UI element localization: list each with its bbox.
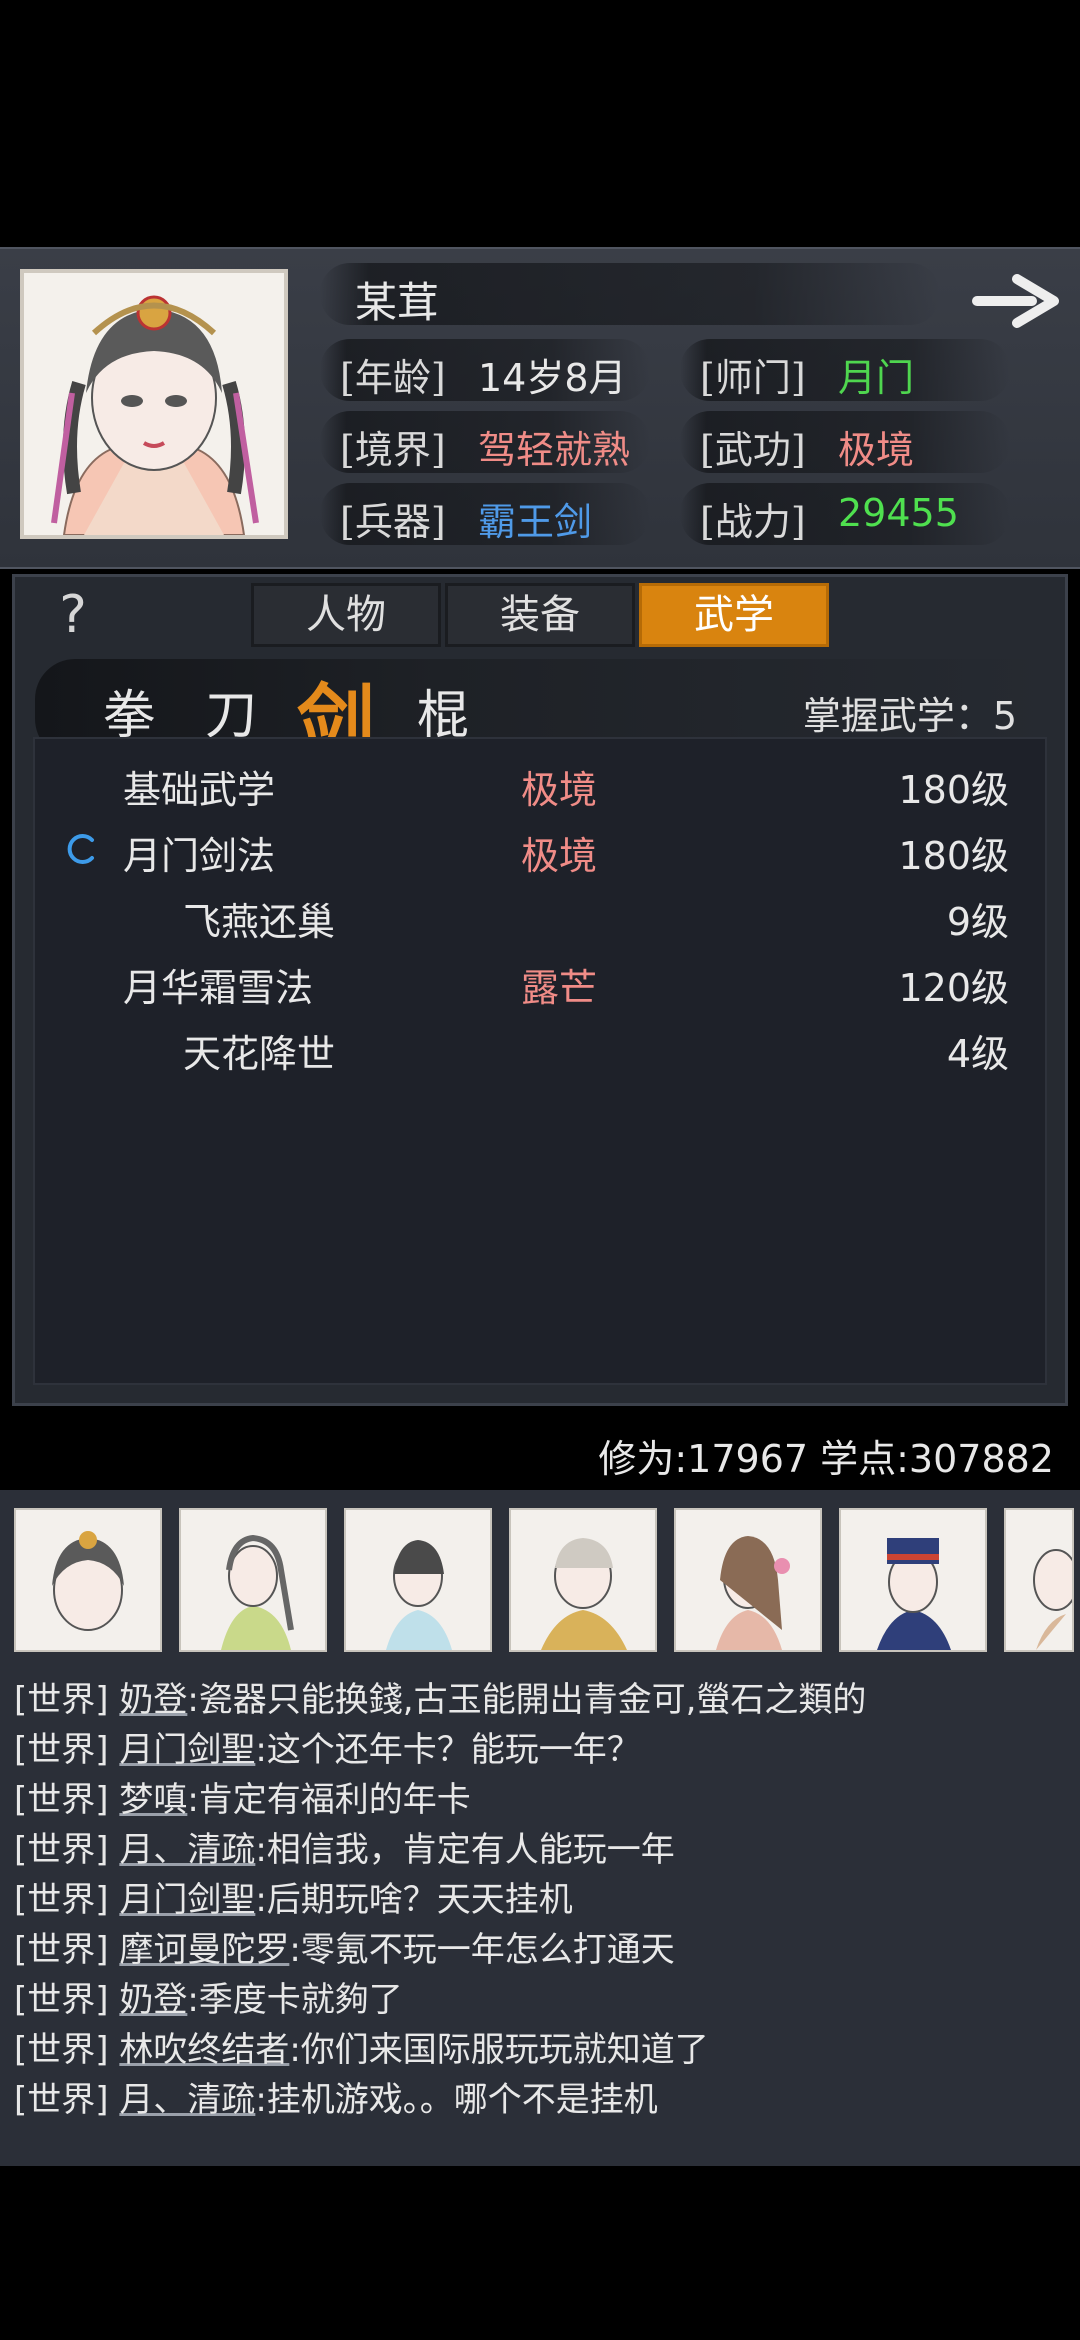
skill-level: 4级 [946, 1032, 1009, 1076]
chat-avatar[interactable] [344, 1508, 492, 1652]
weapon-value[interactable]: 霸王剑 [478, 491, 592, 546]
chat-user[interactable]: 月、清疏 [119, 1830, 255, 1870]
skill-row[interactable]: 基础武学 极境 180级 [35, 759, 1045, 825]
skill-level: 180级 [898, 834, 1009, 878]
skill-name: 月华霜雪法 [123, 966, 314, 1010]
skill-level: 120级 [898, 966, 1009, 1010]
chat-text: :后期玩啥？天天挂机 [255, 1880, 573, 1920]
chat-text: :零氪不玩一年怎么打通天 [289, 1930, 675, 1970]
chat-message[interactable]: [世界] 奶登:季度卡就夠了 [14, 1972, 403, 2021]
chat-message[interactable]: [世界] 月门剑聖:后期玩啥？天天挂机 [14, 1872, 573, 1921]
help-icon[interactable]: ? [43, 585, 103, 645]
chat-message[interactable]: [世界] 梦嗔:肯定有福利的年卡 [14, 1772, 471, 1821]
chat-user[interactable]: 月门剑聖 [119, 1880, 255, 1920]
cultivation-stats: 修为:17967 学点:307882 [598, 1437, 1054, 1481]
chat-channel: [世界] [14, 1730, 109, 1770]
chat-user[interactable]: 月门剑聖 [119, 1730, 255, 1770]
chat-text: :相信我，肯定有人能玩一年 [255, 1830, 675, 1870]
character-portrait[interactable] [20, 269, 288, 539]
chat-user[interactable]: 林吹终结者 [119, 2030, 289, 2070]
skill-name: 月门剑法 [123, 834, 276, 878]
skill-value: 极境 [838, 428, 915, 472]
sect-label: [师门] [700, 356, 806, 400]
realm-label: [境界] [340, 428, 446, 472]
chat-text: :你们来国际服玩玩就知道了 [289, 2030, 709, 2070]
chat-avatar[interactable] [179, 1508, 327, 1652]
sect-value: 月门 [838, 356, 915, 400]
chat-user[interactable]: 奶登 [119, 1980, 187, 2020]
skill-level: 9级 [946, 900, 1009, 944]
character-header: 某茸 [年龄] 14岁8月 [师门] 月门 [境界] 驾轻就熟 [武功] 极境 … [0, 247, 1080, 569]
skill-row[interactable]: 月华霜雪法 露芒 120级 [35, 957, 1045, 1023]
chat-channel: [世界] [14, 2080, 109, 2120]
age-label: [年龄] [340, 356, 446, 400]
chat-channel: [世界] [14, 1680, 109, 1720]
chat-channel: [世界] [14, 1830, 109, 1870]
active-skill-icon [65, 831, 99, 865]
chat-message[interactable]: [世界] 月、清疏:相信我，肯定有人能玩一年 [14, 1822, 675, 1871]
weapon-label: [兵器] [340, 500, 446, 544]
skill-name: 飞燕还巢 [183, 900, 336, 944]
chat-message[interactable]: [世界] 月、清疏:挂机游戏。。哪个不是挂机 [14, 2072, 658, 2121]
age-value: 14岁8月 [478, 356, 627, 400]
skill-row[interactable]: 天花降世 4级 [35, 1023, 1045, 1089]
chat-avatar[interactable] [14, 1508, 162, 1652]
power-label: [战力] [700, 500, 806, 544]
chat-message[interactable]: [世界] 林吹终结者:你们来国际服玩玩就知道了 [14, 2022, 709, 2071]
chat-channel: [世界] [14, 1980, 109, 2020]
next-arrow-icon[interactable] [972, 271, 1062, 331]
chat-channel: [世界] [14, 2030, 109, 2070]
chat-channel: [世界] [14, 1880, 109, 1920]
skill-rank: 极境 [521, 768, 598, 812]
mastery-count: 掌握武学：5 [802, 694, 1017, 738]
chat-text: :瓷器只能换錢,古玉能開出青金可,螢石之類的 [187, 1680, 867, 1720]
chat-message[interactable]: [世界] 摩诃曼陀罗:零氪不玩一年怎么打通天 [14, 1922, 675, 1971]
skill-level: 180级 [898, 768, 1009, 812]
chat-channel: [世界] [14, 1930, 109, 1970]
martial-arts-panel: ? 人物 装备 武学 拳 刀 剑 棍 掌握武学：5 基础武学 极境 180级 月… [12, 574, 1068, 1406]
chat-message[interactable]: [世界] 奶登:瓷器只能换錢,古玉能開出青金可,螢石之類的 [14, 1672, 866, 1721]
chat-text: :季度卡就夠了 [187, 1980, 403, 2020]
skill-list: 基础武学 极境 180级 月门剑法 极境 180级 飞燕还巢 9级 月华霜雪法 … [33, 737, 1047, 1385]
realm-value: 驾轻就熟 [478, 428, 631, 472]
chat-avatar[interactable] [1004, 1508, 1074, 1652]
skill-name: 天花降世 [183, 1032, 336, 1076]
chat-avatar[interactable] [509, 1508, 657, 1652]
chat-user[interactable]: 奶登 [119, 1680, 187, 1720]
skill-row[interactable]: 月门剑法 极境 180级 [35, 825, 1045, 891]
chat-user[interactable]: 摩诃曼陀罗 [119, 1930, 289, 1970]
chat-text: :这个还年卡？能玩一年？ [255, 1730, 641, 1770]
chat-user[interactable]: 梦嗔 [119, 1780, 187, 1820]
chat-panel[interactable]: [世界] 奶登:瓷器只能换錢,古玉能開出青金可,螢石之類的 [世界] 月门剑聖:… [0, 1490, 1080, 2166]
skill-name: 基础武学 [123, 768, 276, 812]
chat-avatar[interactable] [674, 1508, 822, 1652]
tab-character[interactable]: 人物 [251, 583, 441, 647]
power-value: 29455 [838, 491, 959, 535]
tab-martial-arts[interactable]: 武学 [639, 583, 829, 647]
chat-user[interactable]: 月、清疏 [119, 2080, 255, 2120]
skill-row[interactable]: 飞燕还巢 9级 [35, 891, 1045, 957]
chat-avatar[interactable] [839, 1508, 987, 1652]
skill-label: [武功] [700, 428, 806, 472]
chat-channel: [世界] [14, 1780, 109, 1820]
chat-message[interactable]: [世界] 月门剑聖:这个还年卡？能玩一年？ [14, 1722, 641, 1771]
skill-rank: 露芒 [521, 966, 598, 1010]
character-name: 某茸 [355, 278, 440, 327]
chat-text: :挂机游戏。。哪个不是挂机 [255, 2080, 658, 2120]
skill-rank: 极境 [521, 834, 598, 878]
tab-equipment[interactable]: 装备 [445, 583, 635, 647]
chat-text: :肯定有福利的年卡 [187, 1780, 471, 1820]
